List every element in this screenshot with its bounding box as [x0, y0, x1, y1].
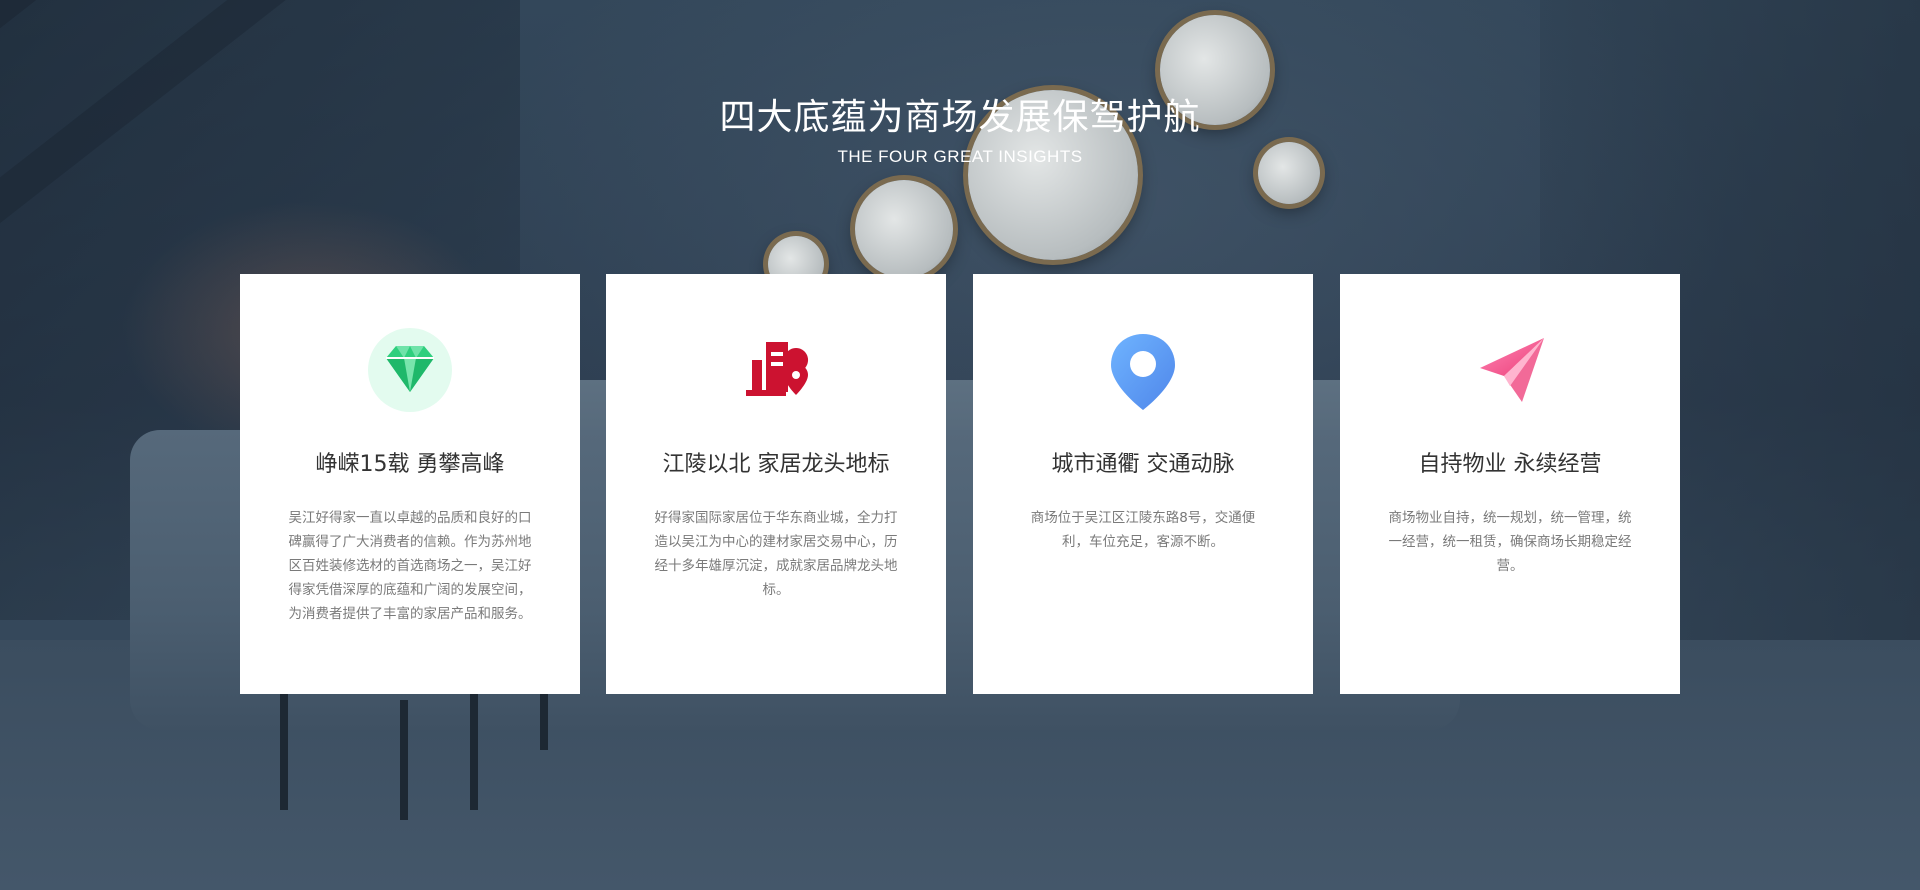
diamond-icon	[366, 326, 454, 414]
feature-card-property[interactable]: 自持物业 永续经营 商场物业自持，统一规划，统一管理，统一经营，统一租赁，确保商…	[1340, 274, 1680, 694]
feature-card-title: 城市通衢 交通动脉	[1051, 452, 1235, 477]
section-title: 四大底蕴为商场发展保驾护航	[719, 97, 1201, 138]
feature-card-description: 吴江好得家一直以卓越的品质和良好的口碑赢得了广大消费者的信赖。作为苏州地区百姓装…	[288, 510, 532, 622]
feature-card-title: 江陵以北 家居龙头地标	[662, 452, 890, 477]
feature-card-description: 商场位于吴江区江陵东路8号，交通便利，车位充足，客源不断。	[1030, 510, 1256, 550]
map-pin-icon	[1099, 326, 1187, 414]
feature-card-history[interactable]: 峥嵘15载 勇攀高峰 吴江好得家一直以卓越的品质和良好的口碑赢得了广大消费者的信…	[240, 274, 580, 694]
feature-card-title: 自持物业 永续经营	[1418, 452, 1602, 477]
feature-card-description: 好得家国际家居位于华东商业城，全力打造以吴江为中心的建材家居交易中心，历经十多年…	[654, 510, 898, 598]
feature-card-description: 商场物业自持，统一规划，统一管理，统一经营，统一租赁，确保商场长期稳定经营。	[1388, 510, 1632, 574]
feature-card-title: 峥嵘15载 勇攀高峰	[315, 452, 505, 477]
feature-cards: 峥嵘15载 勇攀高峰 吴江好得家一直以卓越的品质和良好的口碑赢得了广大消费者的信…	[240, 274, 1680, 694]
section-subtitle: THE FOUR GREAT INSIGHTS	[837, 147, 1083, 166]
paper-plane-icon	[1466, 326, 1554, 414]
feature-card-transport[interactable]: 城市通衢 交通动脉 商场位于吴江区江陵东路8号，交通便利，车位充足，客源不断。	[973, 274, 1313, 694]
building-location-icon	[732, 326, 820, 414]
feature-card-landmark[interactable]: 江陵以北 家居龙头地标 好得家国际家居位于华东商业城，全力打造以吴江为中心的建材…	[606, 274, 946, 694]
